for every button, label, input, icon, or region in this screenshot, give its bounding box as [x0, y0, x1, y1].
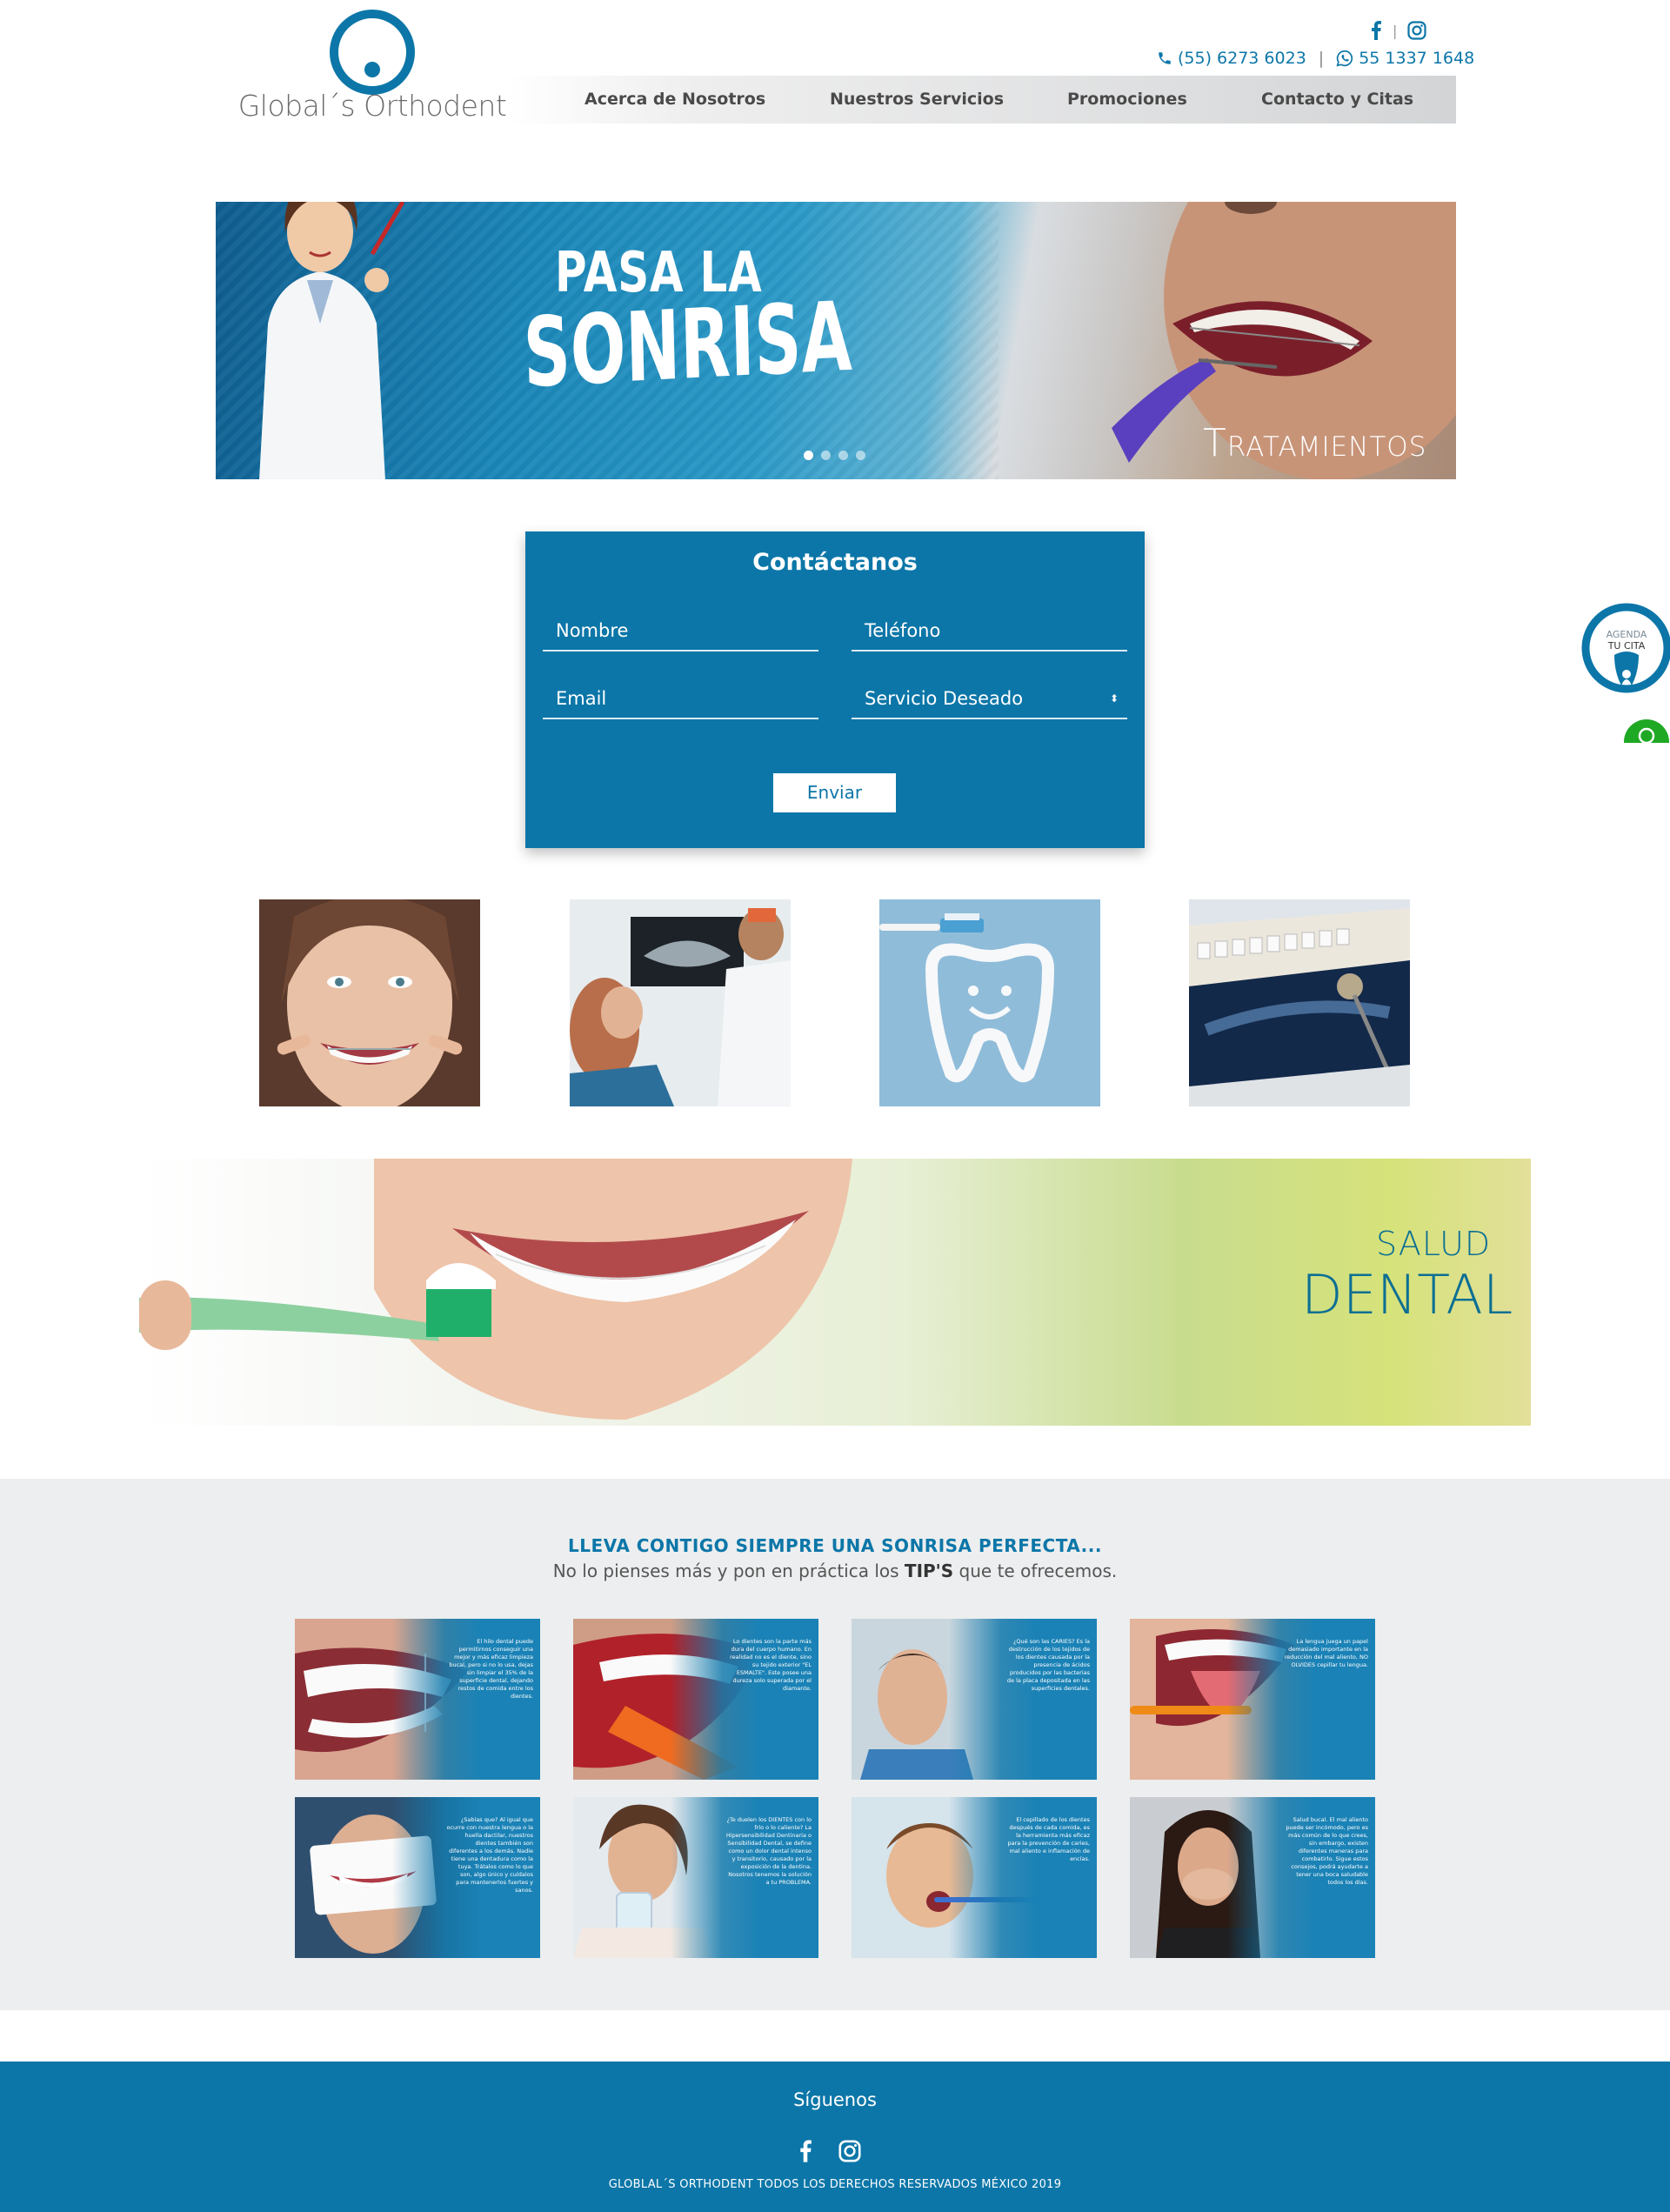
tip-card[interactable]: La lengua juega un papel demasiado impor…: [1130, 1619, 1375, 1780]
instagram-icon[interactable]: [1407, 21, 1426, 40]
submit-button[interactable]: Enviar: [773, 773, 896, 812]
slider-dot-4[interactable]: [856, 451, 865, 460]
hero-caption: Tratamientos: [1203, 421, 1427, 465]
braces-smile-photo: [259, 899, 480, 1106]
whatsapp-icon: [1336, 50, 1353, 67]
site-footer: Síguenos GLOBLAL´S ORTHODENT TODOS LOS D…: [0, 2062, 1670, 2212]
agenda-line1: AGENDA: [1607, 629, 1647, 640]
tooth-logo-icon: [330, 10, 415, 95]
nav-item-acerca[interactable]: Acerca de Nosotros: [584, 76, 765, 124]
agenda-cita-button[interactable]: AGENDA TU CITA: [1581, 603, 1670, 693]
service-select[interactable]: Servicio Deseado ⬍: [852, 678, 1127, 719]
tip-text: ¿Qué son las CARIES? Es la destrucción d…: [1006, 1638, 1090, 1692]
tip-text: Lo dientes son la parte más dura del cue…: [730, 1638, 812, 1692]
tips-sub-bold: TIP'S: [904, 1560, 954, 1581]
tip-card[interactable]: ¿Te duelen los DIENTES con lo frío o lo …: [573, 1797, 818, 1958]
phone-icon: [1159, 52, 1171, 64]
slider-dot-1[interactable]: [804, 451, 813, 460]
footer-follow-label: Síguenos: [793, 2089, 877, 2110]
nav-item-promociones[interactable]: Promociones: [1067, 76, 1187, 124]
banner-title: DENTAL: [1301, 1263, 1513, 1327]
contact-form: Contáctanos Nombre Teléfono Email Servic…: [525, 531, 1145, 848]
nav-item-servicios[interactable]: Nuestros Servicios: [830, 76, 1004, 124]
phone-input[interactable]: Teléfono: [852, 610, 1127, 652]
dental-tools-xray-photo: [1189, 899, 1410, 1106]
salud-dental-banner: SALUD DENTAL: [139, 1159, 1531, 1426]
brand-name: Global´s Orthodent: [237, 89, 507, 123]
tip-card[interactable]: El cepillado de los dientes después de c…: [852, 1797, 1097, 1958]
whatsapp-float-button[interactable]: [1623, 718, 1670, 743]
slider-dot-3[interactable]: [838, 451, 848, 460]
header-social-links: |: [1370, 21, 1426, 40]
main-navigation: Acerca de Nosotros Nuestros Servicios Pr…: [507, 76, 1456, 124]
tip-text: El hilo dental puede permitirnos consegu…: [449, 1638, 533, 1700]
tip-text: El cepillado de los dientes después de c…: [1007, 1816, 1090, 1862]
service-select-value: Servicio Deseado: [865, 688, 1024, 709]
slider-dot-2[interactable]: [821, 451, 831, 460]
instagram-icon[interactable]: [838, 2140, 861, 2162]
site-header: Global´s Orthodent | (55) 6273 6023 | 55…: [0, 0, 1670, 130]
tip-card[interactable]: ¿Sabías que? Al igual que ocurre con nue…: [295, 1797, 540, 1958]
select-caret-icon: ⬍: [1109, 692, 1119, 705]
phone-number: (55) 6273 6023: [1178, 49, 1306, 68]
phone-link[interactable]: (55) 6273 6023: [1157, 49, 1306, 68]
social-separator: |: [1393, 22, 1398, 39]
facebook-icon[interactable]: [798, 2140, 812, 2162]
tip-text: ¿Te duelen los DIENTES con lo frío o lo …: [725, 1816, 812, 1886]
tips-sub-text: No lo pienses más y pon en práctica los: [552, 1560, 905, 1581]
footer-copyright: GLOBLAL´S ORTHODENT TODOS LOS DERECHOS R…: [608, 2178, 1062, 2191]
tips-sub-text-end: que te ofrecemos.: [953, 1560, 1118, 1581]
nav-item-contacto[interactable]: Contacto y Citas: [1261, 76, 1413, 124]
slider-dots: [804, 451, 865, 460]
service-tile-radiografia[interactable]: [570, 899, 791, 1106]
tips-subheading: No lo pienses más y pon en práctica los …: [0, 1560, 1670, 1581]
tip-card[interactable]: Lo dientes son la parte más dura del cue…: [573, 1619, 818, 1780]
service-tile-higiene[interactable]: [879, 899, 1100, 1106]
contact-separator: |: [1318, 49, 1325, 68]
agenda-tooth-icon: AGENDA TU CITA: [1581, 603, 1670, 693]
toothpaste-tooth-photo: [879, 899, 1100, 1106]
facebook-icon[interactable]: [1370, 21, 1382, 40]
smile-toothbrush-photo: [139, 1159, 852, 1420]
dental-xray-consult-photo: [570, 899, 791, 1106]
whatsapp-float-icon: [1624, 719, 1669, 743]
name-input[interactable]: Nombre: [543, 610, 818, 652]
brand-logo[interactable]: Global´s Orthodent: [237, 9, 507, 126]
agenda-line2: TU CITA: [1607, 640, 1646, 652]
tips-section: LLEVA CONTIGO SIEMPRE UNA SONRISA PERFEC…: [0, 1479, 1670, 2010]
tip-card[interactable]: ¿Qué son las CARIES? Es la destrucción d…: [852, 1619, 1097, 1780]
whatsapp-link[interactable]: 55 1337 1648: [1336, 49, 1474, 68]
tip-card[interactable]: El hilo dental puede permitirnos consegu…: [295, 1619, 540, 1780]
tip-text: Salud bucal. El mal aliento puede ser in…: [1286, 1816, 1368, 1886]
banner-subtitle: SALUD: [1376, 1225, 1492, 1263]
tips-heading: LLEVA CONTIGO SIEMPRE UNA SONRISA PERFEC…: [568, 1535, 1102, 1556]
tip-text: ¿Sabías que? Al igual que ocurre con nue…: [446, 1816, 533, 1894]
hero-title-line2: SONRISA: [522, 280, 853, 409]
contact-title: Contáctanos: [752, 549, 918, 576]
doctor-illustration: [259, 202, 405, 479]
tip-text: La lengua juega un papel demasiado impor…: [1284, 1638, 1368, 1668]
hero-slider: PASA LA SONRISA Tratamientos: [216, 202, 1456, 479]
footer-social-links: [798, 2140, 861, 2162]
whatsapp-number: 55 1337 1648: [1359, 49, 1475, 68]
header-contact-info: (55) 6273 6023 | 55 1337 1648: [1157, 49, 1474, 68]
service-tile-ortodoncia[interactable]: [259, 899, 480, 1106]
service-tile-diagnostico[interactable]: [1189, 899, 1410, 1106]
tip-card[interactable]: Salud bucal. El mal aliento puede ser in…: [1130, 1797, 1375, 1958]
email-input[interactable]: Email: [543, 678, 818, 719]
